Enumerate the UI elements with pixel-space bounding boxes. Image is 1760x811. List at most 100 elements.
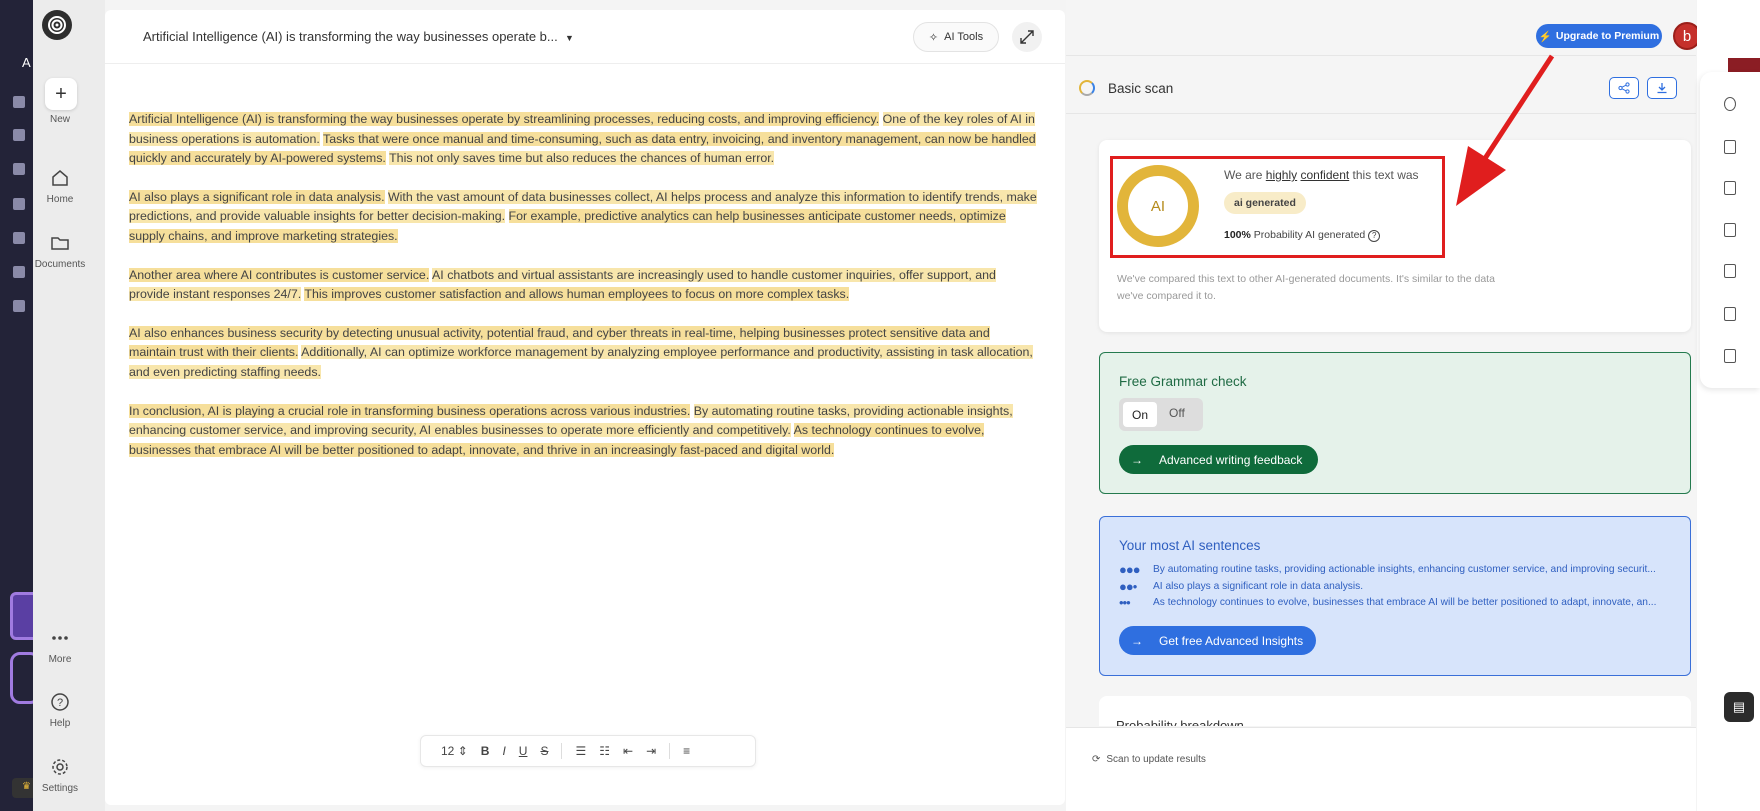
download-button[interactable] — [1647, 77, 1677, 99]
grammar-title: Free Grammar check — [1119, 374, 1247, 389]
chat-icon[interactable]: ▤ — [1724, 692, 1754, 722]
sidebar-item-documents[interactable]: Documents — [33, 233, 87, 270]
sentences-title: Your most AI sentences — [1119, 538, 1261, 553]
sentence-text: By automating routine tasks, providing a… — [1153, 564, 1656, 575]
list-item[interactable]: ●●• AI also plays a significant role in d… — [1119, 581, 1679, 598]
folder-icon — [51, 237, 69, 250]
sentence-text: As technology continues to evolve, busin… — [1153, 597, 1657, 608]
question-icon[interactable]: ? — [1368, 230, 1381, 242]
rail-icon[interactable] — [13, 96, 25, 108]
scan-title: Basic scan — [1108, 81, 1174, 96]
strikethrough-icon[interactable]: S — [540, 744, 548, 758]
sidebar-item-help[interactable]: ? Help — [33, 692, 87, 729]
document-body[interactable]: Artificial Intelligence (AI) is transfor… — [129, 110, 1039, 479]
home-icon — [52, 170, 68, 186]
upgrade-button[interactable]: ⚡ Upgrade to Premium — [1536, 24, 1662, 48]
underline-icon[interactable]: U — [519, 744, 528, 758]
new-label: New — [49, 114, 70, 125]
download-icon — [1657, 83, 1667, 94]
rail-icon[interactable] — [13, 129, 25, 141]
sidebar-item-more[interactable]: More — [33, 628, 87, 665]
list-item[interactable]: ●●● By automating routine tasks, providin… — [1119, 564, 1679, 581]
toggle-on[interactable]: On — [1123, 402, 1157, 427]
button-label: Get free Advanced Insights — [1159, 633, 1304, 648]
sidebar-item-label: Home — [46, 194, 74, 205]
outdent-icon[interactable]: ⇤ — [623, 744, 633, 758]
app-sidebar: + New Home Documents More ? Help Setting… — [33, 0, 105, 811]
bold-icon[interactable]: B — [481, 744, 490, 758]
rail-icon[interactable] — [13, 163, 25, 175]
italic-icon[interactable]: I — [502, 744, 505, 758]
search-icon[interactable] — [1724, 97, 1736, 111]
tool-icon[interactable] — [1724, 140, 1736, 154]
numbered-list-icon[interactable]: ☰ — [575, 744, 586, 758]
font-size-select[interactable]: 12 ⇕ — [441, 744, 468, 758]
loading-spinner-icon — [1079, 80, 1095, 96]
chevron-down-icon[interactable]: ▼ — [565, 33, 574, 43]
share-icon — [1618, 82, 1630, 94]
paragraph: Artificial Intelligence (AI) is transfor… — [129, 110, 1039, 169]
scan-panel: ⚡ Upgrade to Premium b Basic scan AI We … — [1066, 0, 1701, 811]
sidebar-item-label: More — [48, 654, 72, 665]
rail-settings-icon[interactable] — [13, 300, 25, 312]
align-left-icon[interactable]: ≡ — [683, 744, 690, 758]
highlighted-sentence: AI also plays a significant role in data… — [129, 189, 385, 204]
gear-icon — [52, 759, 68, 775]
tool-icon[interactable] — [1724, 181, 1736, 195]
expand-button[interactable] — [1012, 22, 1042, 52]
app-logo-icon[interactable] — [42, 10, 72, 40]
rail-icon[interactable] — [13, 232, 25, 244]
tool-icon[interactable] — [1724, 307, 1736, 321]
upgrade-label: Upgrade to Premium — [1555, 30, 1660, 42]
document-title[interactable]: Artificial Intelligence (AI) is transfor… — [143, 29, 558, 44]
annotation-arrow — [1456, 54, 1555, 206]
confidence-level-link[interactable]: highly — [1266, 168, 1297, 182]
update-results-button[interactable]: ⟳ Scan to update results — [1092, 754, 1206, 765]
grammar-card: Free Grammar check On Off → Advanced wri… — [1099, 352, 1691, 494]
confidence-prefix: We are — [1224, 168, 1266, 182]
new-document-button[interactable]: + — [45, 78, 77, 110]
sidebar-item-label: Documents — [34, 259, 86, 270]
sentence-list: ●●● By automating routine tasks, providin… — [1119, 564, 1679, 614]
score-dots-icon: ●●● — [1119, 564, 1141, 577]
sidebar-item-label: Help — [49, 718, 71, 729]
share-button[interactable] — [1609, 77, 1639, 99]
probability-line: 100% Probability AI generated ? — [1224, 229, 1381, 242]
divider — [105, 63, 1065, 64]
advanced-insights-button[interactable]: → Get free Advanced Insights — [1119, 626, 1316, 655]
confidence-link[interactable]: confident — [1301, 168, 1350, 182]
grammar-toggle[interactable]: On Off — [1119, 398, 1203, 431]
lightning-icon: ⚡ — [1538, 30, 1552, 43]
plus-icon: + — [55, 82, 67, 105]
tool-icon[interactable] — [1724, 223, 1736, 237]
paragraph: AI also enhances business security by de… — [129, 324, 1039, 383]
divider — [669, 743, 671, 759]
arrow-right-icon: → — [1131, 452, 1143, 467]
refresh-icon: ⟳ — [1092, 754, 1101, 765]
comparison-note: We've compared this text to other AI-gen… — [1117, 273, 1495, 302]
arrow-right-icon: → — [1131, 633, 1143, 648]
highlighted-sentence: Artificial Intelligence (AI) is transfor… — [129, 112, 880, 126]
rail-icon[interactable] — [13, 198, 25, 210]
sidebar-item-home[interactable]: Home — [33, 168, 87, 205]
paragraph: In conclusion, AI is playing a crucial r… — [129, 402, 1039, 461]
highlighted-sentence: This not only saves time but also reduce… — [389, 151, 775, 166]
list-item[interactable]: ••• As technology continues to evolve, bu… — [1119, 597, 1679, 614]
tool-icon[interactable] — [1724, 349, 1736, 363]
divider — [1066, 113, 1696, 114]
highlighted-sentence: Another area where AI contributes is cus… — [129, 267, 430, 282]
paragraph: AI also plays a significant role in data… — [129, 188, 1039, 247]
ai-result-card: AI We are highly confident this text was… — [1099, 140, 1691, 332]
rail-icon[interactable] — [13, 266, 25, 278]
indent-icon[interactable]: ⇥ — [646, 744, 656, 758]
highlighted-sentence: This improves customer satisfaction and … — [304, 287, 850, 302]
bullet-list-icon[interactable]: ☷ — [599, 744, 610, 758]
score-dots-icon: ●●• — [1119, 580, 1137, 594]
paragraph: Another area where AI contributes is cus… — [129, 266, 1039, 305]
ai-tools-button[interactable]: ✧ AI Tools — [913, 22, 999, 52]
sidebar-item-settings[interactable]: Settings — [33, 757, 87, 794]
toggle-off[interactable]: Off — [1169, 406, 1185, 420]
advanced-feedback-button[interactable]: → Advanced writing feedback — [1119, 445, 1318, 474]
format-toolbar: 12 ⇕ B I U S ☰ ☷ ⇤ ⇥ ≡ — [420, 735, 756, 767]
tool-icon[interactable] — [1724, 264, 1736, 278]
